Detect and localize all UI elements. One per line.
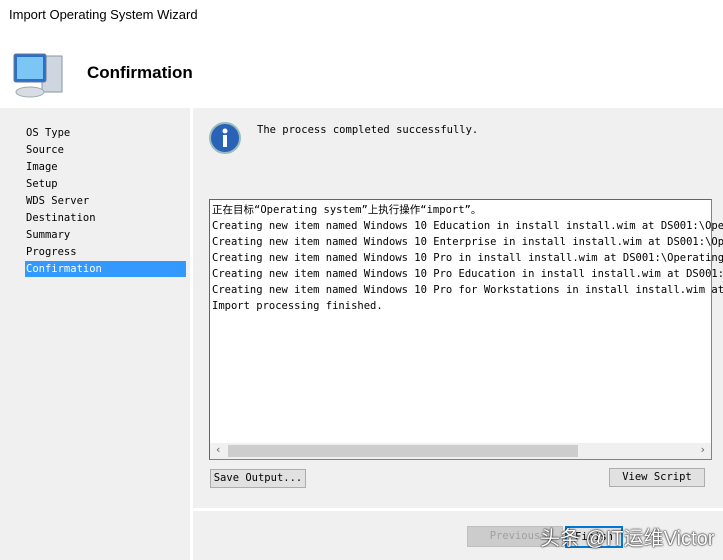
- save-output-button[interactable]: Save Output...: [210, 469, 306, 488]
- log-line: Creating new item named Windows 10 Pro E…: [212, 268, 723, 280]
- step-progress[interactable]: Progress: [25, 244, 186, 260]
- computer-icon: [13, 53, 63, 98]
- log-line: Creating new item named Windows 10 Pro i…: [212, 252, 723, 264]
- step-image[interactable]: Image: [25, 159, 186, 175]
- log-line: Creating new item named Windows 10 Pro f…: [212, 284, 723, 296]
- log-line: 正在目标“Operating system”上执行操作“import”。: [212, 204, 482, 216]
- scrollbar-thumb[interactable]: [228, 445, 578, 457]
- log-line: Creating new item named Windows 10 Educa…: [212, 220, 723, 232]
- step-confirmation[interactable]: Confirmation: [25, 261, 186, 277]
- info-icon: [209, 122, 241, 154]
- step-wds-server[interactable]: WDS Server: [25, 193, 186, 209]
- log-line: Import processing finished.: [212, 300, 383, 312]
- step-source[interactable]: Source: [25, 142, 186, 158]
- horizontal-scrollbar[interactable]: ‹ ›: [210, 443, 711, 459]
- scroll-right-icon[interactable]: ›: [699, 443, 706, 456]
- status-message: The process completed successfully.: [257, 124, 479, 136]
- view-script-button[interactable]: View Script: [609, 468, 705, 487]
- wizard-steps-sidebar: OS Type Source Image Setup WDS Server De…: [0, 108, 190, 560]
- scroll-left-icon[interactable]: ‹: [215, 443, 222, 456]
- step-destination[interactable]: Destination: [25, 210, 186, 226]
- output-log[interactable]: 正在目标“Operating system”上执行操作“import”。 Cre…: [209, 199, 723, 460]
- step-setup[interactable]: Setup: [25, 176, 186, 192]
- window-title: Import Operating System Wizard: [9, 7, 198, 22]
- watermark: 头条 @IT运维Victor: [540, 528, 715, 550]
- log-line: Creating new item named Windows 10 Enter…: [212, 236, 723, 248]
- step-os-type[interactable]: OS Type: [25, 125, 186, 141]
- step-summary[interactable]: Summary: [25, 227, 186, 243]
- page-title: Confirmation: [87, 63, 193, 82]
